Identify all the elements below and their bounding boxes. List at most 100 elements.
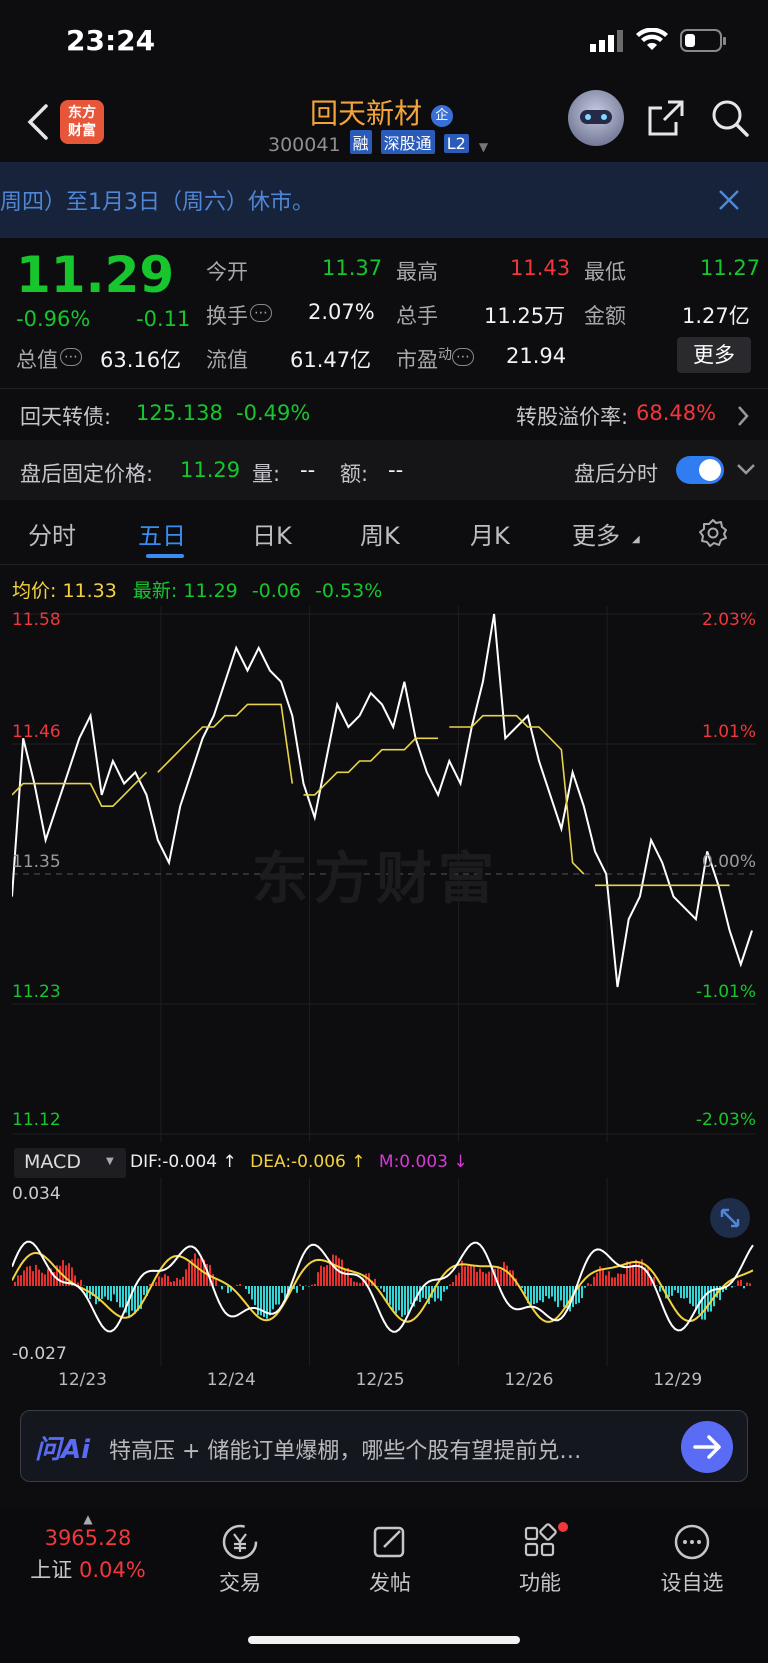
macd-bar	[539, 1286, 541, 1301]
mktcap-value: 63.16亿	[100, 348, 182, 372]
turnover-label: 换手 ⋯	[206, 300, 272, 330]
nav-features[interactable]: 功能	[500, 1522, 580, 1597]
stock-name-text: 回天新材	[310, 97, 423, 130]
macd-bar	[194, 1253, 196, 1286]
robot-avatar-icon[interactable]	[568, 90, 624, 146]
macd-bar	[692, 1286, 694, 1307]
ai-send-button[interactable]	[681, 1421, 733, 1473]
more-quote-button[interactable]: 更多	[677, 337, 751, 373]
latest-pct: -0.53%	[315, 580, 383, 602]
macd-bar	[581, 1286, 583, 1299]
info-icon[interactable]: ⋯	[60, 348, 82, 366]
macd-bar	[299, 1284, 301, 1286]
convertible-bond-row[interactable]: 回天转债: 125.138 -0.49% 转股溢价率: 68.48%	[0, 389, 768, 439]
macd-dif: DIF:-0.004 ↑	[130, 1152, 237, 1172]
macd-bar	[590, 1284, 592, 1286]
latest-label: 最新:	[132, 580, 178, 602]
share-icon[interactable]	[646, 98, 686, 138]
chevron-down-icon: ▼	[478, 140, 489, 154]
macd-bar	[485, 1273, 487, 1286]
macd-bar	[440, 1286, 442, 1301]
nav-watchlist-label: 设自选	[660, 1571, 724, 1595]
macd-bar	[80, 1279, 82, 1286]
nav-post-label: 发帖	[369, 1571, 411, 1595]
search-icon[interactable]	[710, 98, 750, 138]
y-right-tick: -1.01%	[695, 982, 756, 1002]
macd-bar	[44, 1274, 46, 1286]
close-icon[interactable]	[718, 189, 740, 211]
macd-bar	[542, 1286, 544, 1303]
macd-bar	[443, 1286, 445, 1292]
macd-bar	[245, 1286, 247, 1290]
macd-bar	[470, 1265, 472, 1286]
macd-values: DIF:-0.004 ↑ DEA:-0.006 ↑ M:0.003 ↓	[130, 1152, 468, 1172]
macd-bar	[560, 1286, 562, 1301]
macd-bar	[674, 1286, 676, 1291]
stock-header: 东方 财富 回天新材 企 300041 融 深股通 L2 ▼	[0, 80, 768, 162]
macd-bar	[359, 1283, 361, 1286]
nav-watchlist[interactable]: 设自选	[652, 1522, 732, 1597]
tab-intraday[interactable]: 分时	[28, 516, 76, 551]
macd-bar	[326, 1265, 328, 1286]
back-icon[interactable]	[24, 102, 52, 142]
macd-selector[interactable]: MACD ▼	[14, 1148, 126, 1178]
macd-bar	[743, 1286, 745, 1289]
ai-prompt-bar[interactable]: 问Ai 特高压 + 储能订单爆棚，哪些个股有望提前兑…	[20, 1410, 748, 1482]
info-icon[interactable]: ⋯	[452, 348, 474, 366]
macd-bar	[749, 1283, 751, 1286]
macd-chart[interactable]: 0.034 -0.027	[11, 1178, 756, 1366]
tab-weekly-k[interactable]: 周K	[360, 516, 400, 551]
after-hours-volume-label: 量:	[252, 462, 281, 486]
y-right-tick: 0.00%	[701, 852, 756, 872]
macd-bar	[20, 1275, 22, 1286]
macd-bar	[602, 1269, 604, 1286]
macd-bar	[548, 1286, 550, 1299]
macd-bar	[188, 1262, 190, 1286]
tab-more[interactable]: 更多	[572, 516, 620, 551]
macd-bar	[503, 1261, 505, 1286]
gear-icon[interactable]	[698, 518, 728, 548]
info-icon[interactable]: ⋯	[250, 304, 272, 322]
enterprise-badge: 企	[430, 105, 453, 127]
stock-code: 300041	[268, 134, 341, 156]
macd-bar	[227, 1286, 229, 1294]
nav-trade[interactable]: 交易	[200, 1522, 280, 1597]
float-label: 流值	[206, 348, 248, 372]
change-pct: -0.96%	[16, 307, 91, 331]
macd-bar	[533, 1286, 535, 1305]
tab-monthly-k[interactable]: 月K	[470, 516, 510, 551]
after-hours-row: 盘后固定价格: 11.29 量: -- 额: -- 盘后分时	[0, 440, 768, 500]
x-axis-labels: 12/23 12/24 12/25 12/26 12/29	[12, 1370, 756, 1394]
after-hours-toggle[interactable]	[676, 456, 724, 484]
macd-bar	[605, 1275, 607, 1286]
macd-bar	[410, 1286, 412, 1305]
five-day-chart[interactable]: 东方财富 11.58 11.46 11.35 11.23 11.12 2.03% 1.01%…	[11, 606, 756, 1142]
tab-five-day[interactable]: 五日	[138, 516, 186, 551]
macd-bar	[392, 1286, 394, 1311]
x-tick-label: 12/29	[653, 1370, 703, 1390]
macd-bar	[323, 1266, 325, 1286]
macd-bar	[635, 1259, 637, 1286]
macd-bar	[104, 1286, 106, 1297]
index-pct: 0.04%	[78, 1558, 146, 1582]
stock-name[interactable]: 回天新材 企	[310, 92, 453, 132]
macd-bar	[563, 1286, 565, 1308]
avg-value: 11.33	[62, 580, 117, 602]
macd-bar	[404, 1286, 406, 1315]
app-logo: 东方 财富	[60, 100, 104, 144]
y-right-tick: 2.03%	[701, 610, 756, 630]
macd-bar	[170, 1281, 172, 1286]
x-tick-label: 12/25	[355, 1370, 405, 1390]
chevron-right-icon	[738, 406, 749, 426]
x-tick-label: 12/23	[58, 1370, 107, 1390]
nav-post[interactable]: 发帖	[350, 1522, 430, 1597]
latest-change: -0.06	[251, 580, 301, 602]
macd-bar	[500, 1269, 502, 1286]
index-ticker[interactable]: ▲ 3965.28 上证 0.04%	[20, 1512, 156, 1584]
macd-bar	[383, 1286, 385, 1292]
stock-code-row[interactable]: 300041 融 深股通 L2 ▼	[268, 130, 488, 156]
chevron-down-icon[interactable]	[736, 462, 756, 476]
macd-bar	[173, 1281, 175, 1286]
tab-daily-k[interactable]: 日K	[252, 516, 292, 551]
expand-icon[interactable]	[710, 1198, 750, 1238]
